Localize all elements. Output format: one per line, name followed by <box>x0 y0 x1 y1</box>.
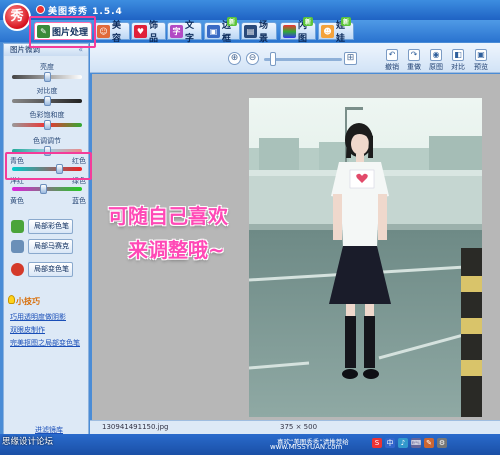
brightness-slider[interactable] <box>12 72 82 82</box>
undo-button[interactable]: ↶ 撤销 <box>382 49 402 71</box>
left-panel: 图片微调 « 亮度 对比度 色彩饱和度 色调调节 青色 红色 洋红 绿色 黄色 … <box>3 43 89 440</box>
app-logo[interactable]: 秀 <box>3 3 31 31</box>
flash-icon <box>283 24 296 38</box>
original-button[interactable]: ◉ 原图 <box>426 49 446 71</box>
color-pen-icon <box>11 220 24 233</box>
watermark-right: www.MISSYUAN.com <box>270 443 343 451</box>
image-dimensions: 375 × 500 <box>280 423 318 431</box>
ime-settings-icon[interactable]: ⚙ <box>437 438 447 448</box>
tool-label: 对比 <box>451 63 465 71</box>
tip-link[interactable]: 双眼皮制作 <box>10 325 45 335</box>
heart-icon: ♥ <box>134 24 147 38</box>
hue-label: 色调调节 <box>33 137 61 145</box>
local-color-pen-button[interactable]: 局部彩色笔 <box>28 219 73 234</box>
highlight-frame-slider <box>5 152 92 180</box>
tab-label: 美容 <box>112 21 122 44</box>
file-info-bar: 130941491150.jpg 375 × 500 <box>90 420 500 434</box>
slider-knob[interactable] <box>44 120 51 130</box>
new-badge: 新 <box>226 17 237 26</box>
tab-beauty[interactable]: ☺ 美容 <box>94 21 130 44</box>
local-recolor-pen-button[interactable]: 局部变色笔 <box>28 262 73 277</box>
highlight-frame-tab <box>29 16 96 48</box>
lightbulb-icon <box>8 295 15 304</box>
tab-text[interactable]: 字 文字 <box>167 21 202 44</box>
tips-title: 小技巧 <box>16 297 40 306</box>
zoom-in-icon[interactable]: ⊕ <box>228 52 241 65</box>
zoom-out-icon[interactable]: ⊖ <box>246 52 259 65</box>
tab-flash[interactable]: 闪图 新 <box>280 17 316 44</box>
blue-label: 蓝色 <box>72 197 86 205</box>
tool-label: 预览 <box>474 63 488 71</box>
ime-sound-icon[interactable]: ♪ <box>398 438 408 448</box>
new-badge: 新 <box>340 17 351 26</box>
magenta-green-slider[interactable] <box>12 184 82 194</box>
canvas-area: 可随自己喜欢 来调整哦~ <box>92 74 500 420</box>
tool-label: 重做 <box>407 63 421 71</box>
edited-photo[interactable] <box>249 98 482 417</box>
ime-keyboard-icon[interactable]: ⌨ <box>411 438 421 448</box>
tool-label: 原图 <box>429 63 443 71</box>
zoom-slider[interactable] <box>264 52 342 66</box>
slider-knob[interactable] <box>40 184 47 194</box>
face-icon: ☺ <box>97 24 110 38</box>
ime-chinese-icon[interactable]: 中 <box>385 438 395 448</box>
recolor-pen-icon <box>11 263 24 276</box>
preview-button[interactable]: ▣ 预览 <box>471 49 491 71</box>
undo-icon: ↶ <box>386 49 398 61</box>
local-mosaic-button[interactable]: 局部马赛克 <box>28 239 73 254</box>
watermark-left: 思缘设计论坛 <box>2 437 54 447</box>
tab-label: 饰品 <box>149 21 159 44</box>
annotation-line-1: 可随自己喜欢 <box>108 204 228 228</box>
redo-icon: ↷ <box>408 49 420 61</box>
original-icon: ◉ <box>430 49 442 61</box>
redo-button[interactable]: ↷ 重做 <box>404 49 424 71</box>
ime-pen-icon[interactable]: ✎ <box>424 438 434 448</box>
tab-accessories[interactable]: ♥ 饰品 <box>131 21 166 44</box>
compare-icon: ◧ <box>452 49 464 61</box>
tab-scenes[interactable]: ▤ 场景 <box>241 21 277 44</box>
file-name: 130941491150.jpg <box>102 423 169 431</box>
preview-icon: ▣ <box>475 49 487 61</box>
saturation-label: 色彩饱和度 <box>29 111 65 119</box>
yellow-label: 黄色 <box>10 197 24 205</box>
mosaic-icon <box>11 240 24 253</box>
compare-button[interactable]: ◧ 对比 <box>448 49 468 71</box>
frame-icon: ▣ <box>207 24 220 38</box>
slider-knob[interactable] <box>44 72 51 82</box>
saturation-slider[interactable] <box>12 120 82 130</box>
contrast-label: 对比度 <box>36 87 58 95</box>
doll-icon: ☻ <box>321 24 334 38</box>
scene-icon: ▤ <box>244 24 257 38</box>
tool-label: 撤销 <box>385 63 399 71</box>
tab-dolls[interactable]: ☻ 娃娃 新 <box>318 17 354 44</box>
new-badge: 新 <box>302 17 313 26</box>
brightness-label: 亮度 <box>40 63 54 71</box>
annotation-line-2: 来调整哦~ <box>128 238 225 262</box>
fit-screen-icon[interactable]: ⊞ <box>344 52 357 65</box>
tab-label: 文字 <box>185 21 195 44</box>
ime-sogou-icon[interactable]: S <box>372 438 382 448</box>
toolbar: ⊕ ⊖ ⊞ ↶ 撤销 ↷ 重做 ◉ 原图 ◧ 对比 ▣ 预览 <box>90 43 500 73</box>
photo-illustration <box>249 98 482 417</box>
app-mini-icon <box>36 5 45 14</box>
tab-frames[interactable]: ▣ 边框 新 <box>204 17 240 44</box>
tip-link[interactable]: 完美抠图之局部变色笔 <box>10 338 80 348</box>
text-icon: 字 <box>170 24 183 38</box>
contrast-slider[interactable] <box>12 96 82 106</box>
slider-knob[interactable] <box>44 96 51 106</box>
tab-label: 场景 <box>259 21 269 44</box>
tip-link[interactable]: 巧用透明度做阴影 <box>10 312 66 322</box>
zoom-knob[interactable] <box>270 52 276 66</box>
